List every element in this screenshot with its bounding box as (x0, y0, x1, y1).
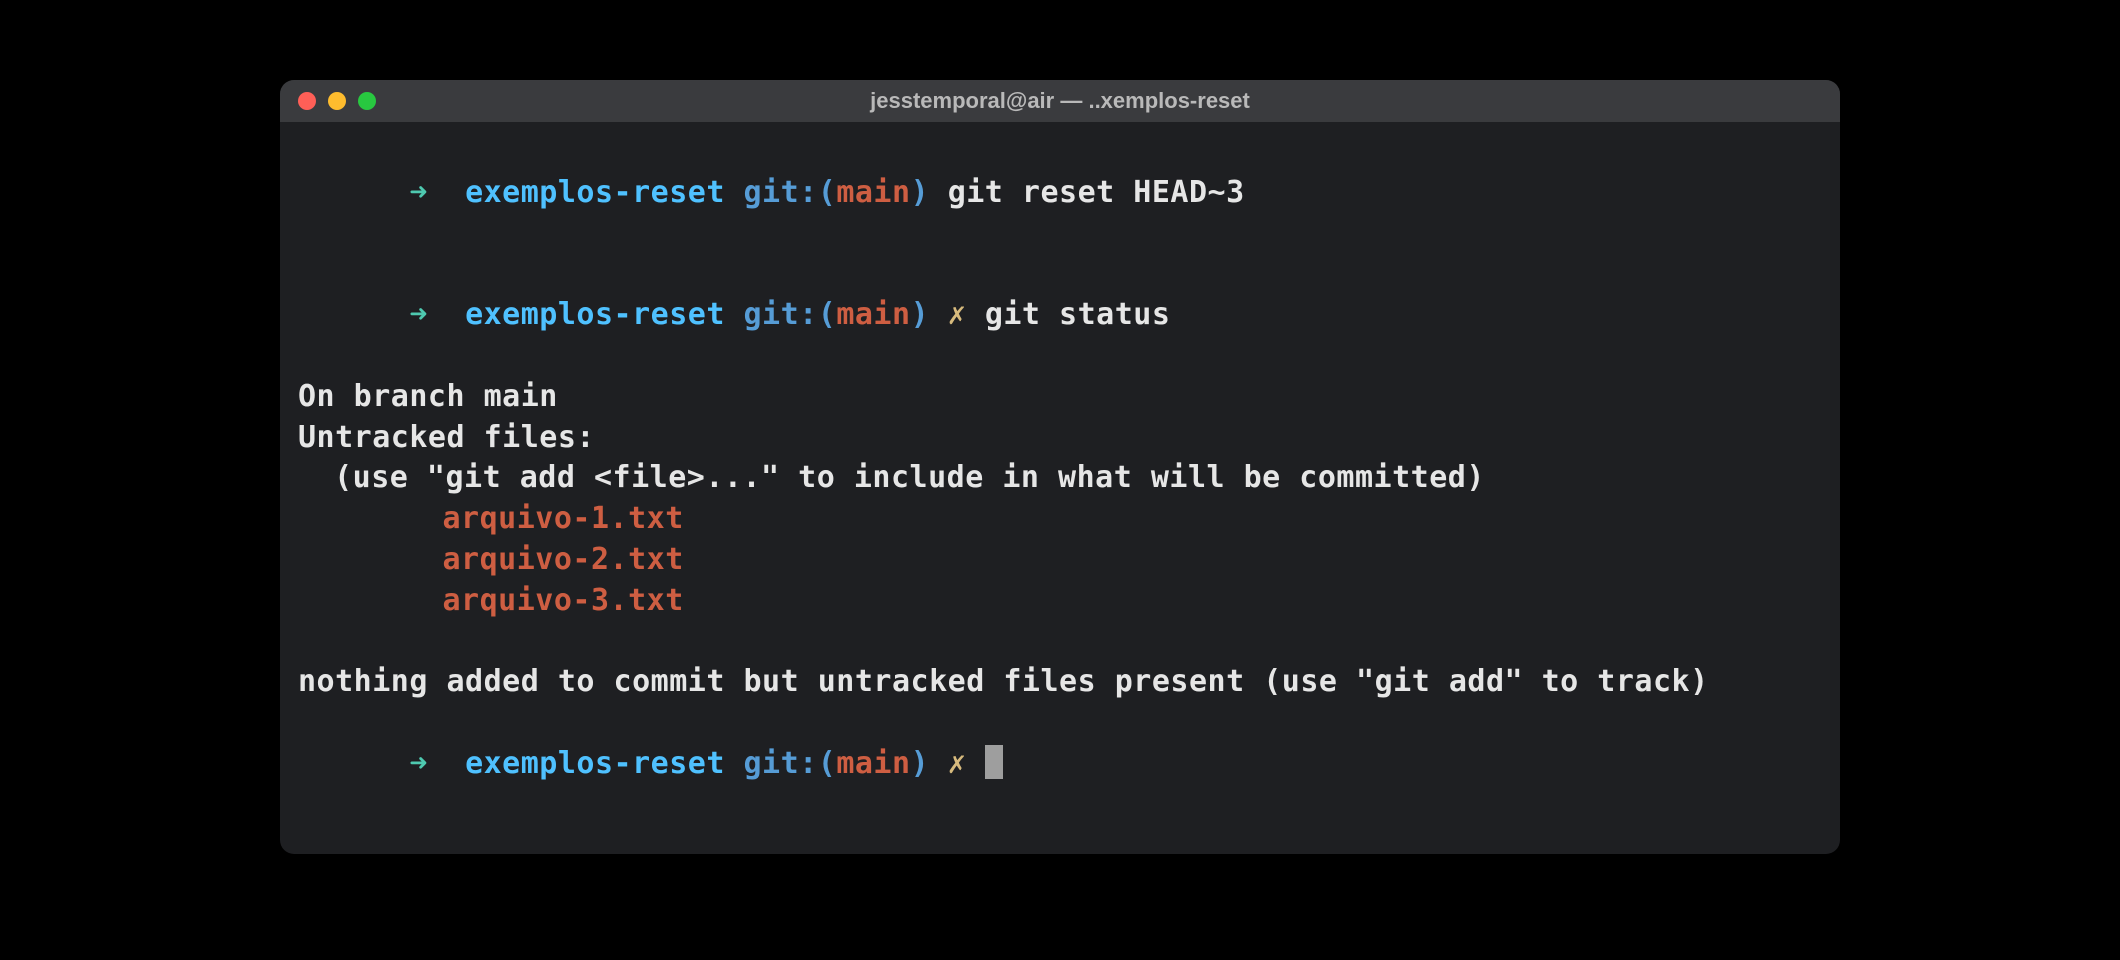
prompt-paren-open: ( (818, 297, 837, 332)
command-1: git reset HEAD~3 (948, 175, 1245, 210)
title-bar: jesstemporal@air — ..xemplos-reset (280, 80, 1840, 122)
prompt-arrow-icon: ➜ (409, 746, 428, 781)
prompt-directory: exemplos-reset (465, 175, 725, 210)
output-footer: nothing added to commit but untracked fi… (298, 662, 1822, 703)
prompt-paren-open: ( (818, 175, 837, 210)
prompt-line-1: ➜ exemplos-reset git:(main) git reset HE… (298, 132, 1822, 254)
dirty-icon: ✗ (948, 746, 967, 781)
maximize-icon[interactable] (358, 92, 376, 110)
prompt-arrow-icon: ➜ (409, 175, 428, 210)
prompt-directory: exemplos-reset (465, 746, 725, 781)
prompt-paren-close: ) (911, 175, 930, 210)
prompt-paren-close: ) (911, 746, 930, 781)
prompt-line-3: ➜ exemplos-reset git:(main) ✗ (298, 703, 1822, 825)
prompt-line-2: ➜ exemplos-reset git:(main) ✗ git status (298, 254, 1822, 376)
prompt-paren-open: ( (818, 746, 837, 781)
prompt-branch: main (836, 746, 910, 781)
output-untracked-hint: (use "git add <file>..." to include in w… (298, 458, 1822, 499)
untracked-file: arquivo-2.txt (298, 540, 1822, 581)
output-untracked-header: Untracked files: (298, 418, 1822, 459)
prompt-branch: main (836, 175, 910, 210)
command-2: git status (985, 297, 1171, 332)
traffic-lights (298, 92, 376, 110)
untracked-file: arquivo-3.txt (298, 581, 1822, 622)
minimize-icon[interactable] (328, 92, 346, 110)
output-branch-line: On branch main (298, 377, 1822, 418)
prompt-branch: main (836, 297, 910, 332)
close-icon[interactable] (298, 92, 316, 110)
prompt-git-prefix: git: (744, 297, 818, 332)
cursor (985, 745, 1003, 779)
prompt-arrow-icon: ➜ (409, 297, 428, 332)
prompt-paren-close: ) (911, 297, 930, 332)
window-title: jesstemporal@air — ..xemplos-reset (280, 88, 1840, 114)
dirty-icon: ✗ (948, 297, 967, 332)
blank-line (298, 622, 1822, 663)
terminal-window: jesstemporal@air — ..xemplos-reset ➜ exe… (280, 80, 1840, 854)
prompt-git-prefix: git: (744, 175, 818, 210)
prompt-directory: exemplos-reset (465, 297, 725, 332)
prompt-git-prefix: git: (744, 746, 818, 781)
terminal-body[interactable]: ➜ exemplos-reset git:(main) git reset HE… (280, 122, 1840, 854)
untracked-file: arquivo-1.txt (298, 499, 1822, 540)
